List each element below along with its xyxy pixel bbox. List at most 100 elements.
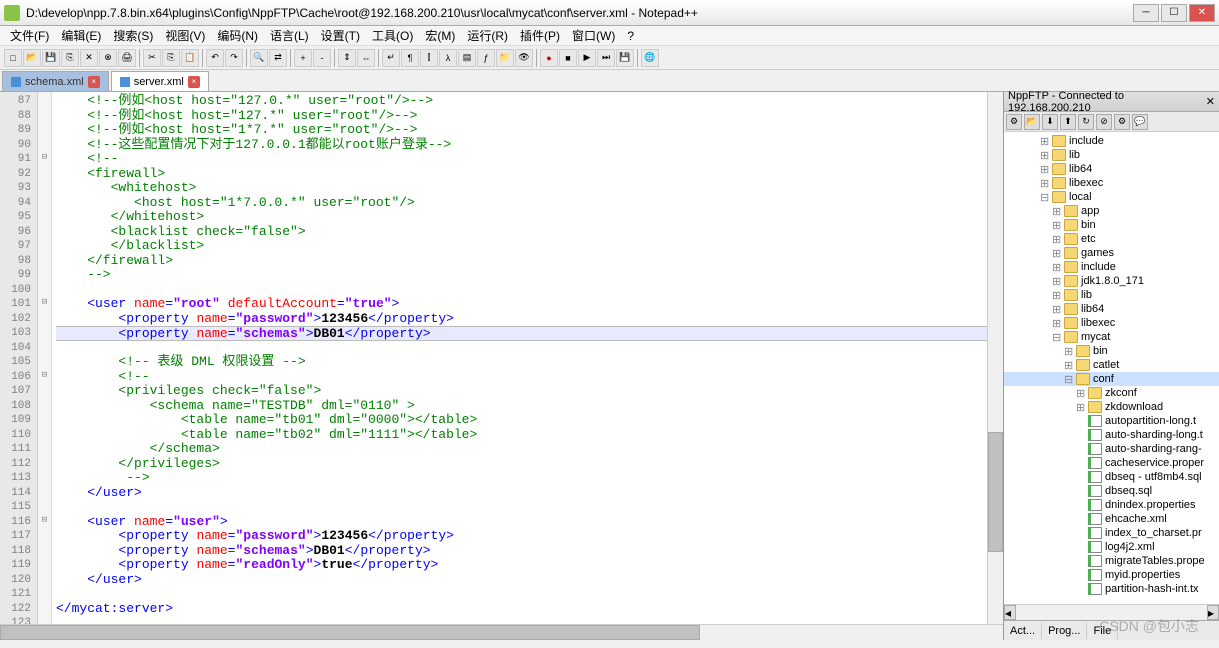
file-tab[interactable]: server.xml× — [111, 71, 209, 91]
menu-item[interactable]: 语言(L) — [264, 25, 315, 46]
tree-folder[interactable]: ⊞ lib64 — [1004, 162, 1219, 176]
menu-item[interactable]: 编辑(E) — [55, 25, 107, 46]
tree-file[interactable]: myid.properties — [1004, 568, 1219, 582]
open-file-button[interactable]: 📂 — [23, 49, 41, 67]
ftp-show-button[interactable]: 🌐 — [641, 49, 659, 67]
find-button[interactable]: 🔍 — [250, 49, 268, 67]
expand-icon[interactable]: ⊟ — [1052, 331, 1064, 344]
expand-icon[interactable]: ⊞ — [1040, 177, 1052, 190]
play-multi-button[interactable]: ⏭ — [597, 49, 615, 67]
expand-icon[interactable]: ⊞ — [1052, 219, 1064, 232]
tree-folder[interactable]: ⊟ mycat — [1004, 330, 1219, 344]
expand-icon[interactable]: ⊞ — [1064, 345, 1076, 358]
expand-icon[interactable]: ⊞ — [1052, 317, 1064, 330]
tree-folder[interactable]: ⊞ zkconf — [1004, 386, 1219, 400]
menu-item[interactable]: 视图(V) — [159, 25, 211, 46]
menu-item[interactable]: 宏(M) — [419, 25, 461, 46]
menu-item[interactable]: 窗口(W) — [566, 25, 621, 46]
horizontal-scrollbar[interactable] — [0, 624, 1003, 640]
redo-button[interactable]: ↷ — [225, 49, 243, 67]
tree-folder[interactable]: ⊞ catlet — [1004, 358, 1219, 372]
ftp-bottom-tab[interactable]: File — [1087, 623, 1118, 639]
menu-item[interactable]: 工具(O) — [366, 25, 419, 46]
tree-folder[interactable]: ⊞ lib — [1004, 288, 1219, 302]
maximize-button[interactable]: ☐ — [1161, 4, 1187, 22]
tree-folder[interactable]: ⊞ libexec — [1004, 176, 1219, 190]
ftp-abort-button[interactable]: ⊘ — [1096, 114, 1112, 130]
expand-icon[interactable]: ⊞ — [1052, 275, 1064, 288]
tree-file[interactable]: log4j2.xml — [1004, 540, 1219, 554]
tree-folder[interactable]: ⊟ conf — [1004, 372, 1219, 386]
tree-file[interactable]: ehcache.xml — [1004, 512, 1219, 526]
print-button[interactable]: 🖨 — [118, 49, 136, 67]
tree-folder[interactable]: ⊞ app — [1004, 204, 1219, 218]
close-file-button[interactable]: ✕ — [80, 49, 98, 67]
tree-folder[interactable]: ⊞ libexec — [1004, 316, 1219, 330]
ftp-open-button[interactable]: 📂 — [1024, 114, 1040, 130]
ftp-messages-button[interactable]: 💬 — [1132, 114, 1148, 130]
zoom-in-button[interactable]: + — [294, 49, 312, 67]
minimize-button[interactable]: ─ — [1133, 4, 1159, 22]
expand-icon[interactable]: ⊞ — [1052, 303, 1064, 316]
ftp-connect-button[interactable]: ⚙ — [1006, 114, 1022, 130]
tree-folder[interactable]: ⊞ zkdownload — [1004, 400, 1219, 414]
tree-folder[interactable]: ⊞ lib64 — [1004, 302, 1219, 316]
tree-folder[interactable]: ⊞ jdk1.8.0_171 — [1004, 274, 1219, 288]
ftp-refresh-button[interactable]: ↻ — [1078, 114, 1094, 130]
tree-file[interactable]: migrateTables.prope — [1004, 554, 1219, 568]
stop-macro-button[interactable]: ■ — [559, 49, 577, 67]
ftp-close-icon[interactable]: ✕ — [1206, 95, 1215, 108]
tree-file[interactable]: index_to_charset.pr — [1004, 526, 1219, 540]
wordwrap-button[interactable]: ↵ — [382, 49, 400, 67]
tree-folder[interactable]: ⊞ include — [1004, 260, 1219, 274]
tree-file[interactable]: auto-sharding-long.t — [1004, 428, 1219, 442]
sync-h-button[interactable]: ⇔ — [357, 49, 375, 67]
tree-file[interactable]: auto-sharding-rang- — [1004, 442, 1219, 456]
copy-button[interactable]: ⎘ — [162, 49, 180, 67]
menu-item[interactable]: 运行(R) — [461, 25, 514, 46]
menu-item[interactable]: 设置(T) — [315, 25, 366, 46]
ftp-bottom-tab[interactable]: Act... — [1004, 623, 1042, 639]
tab-close-icon[interactable]: × — [188, 76, 200, 88]
expand-icon[interactable]: ⊞ — [1076, 401, 1088, 414]
file-tab[interactable]: schema.xml× — [2, 71, 109, 91]
save-macro-button[interactable]: 💾 — [616, 49, 634, 67]
expand-icon[interactable]: ⊞ — [1040, 149, 1052, 162]
tree-file[interactable]: dbseq.sql — [1004, 484, 1219, 498]
ftp-bottom-tab[interactable]: Prog... — [1042, 623, 1087, 639]
tab-close-icon[interactable]: × — [88, 76, 100, 88]
ftp-settings-button[interactable]: ⚙ — [1114, 114, 1130, 130]
code-content[interactable]: <!--例如<host host="127.0.*" user="root"/>… — [52, 92, 987, 624]
expand-icon[interactable]: ⊞ — [1052, 233, 1064, 246]
cut-button[interactable]: ✂ — [143, 49, 161, 67]
ftp-download-button[interactable]: ⬇ — [1042, 114, 1058, 130]
tree-folder[interactable]: ⊞ games — [1004, 246, 1219, 260]
fold-column[interactable]: ⊟⊟⊟⊟ — [38, 92, 52, 624]
menu-item[interactable]: ? — [621, 27, 640, 45]
tree-folder[interactable]: ⊞ bin — [1004, 218, 1219, 232]
ftp-horizontal-scrollbar[interactable]: ◂ ▸ — [1004, 604, 1219, 620]
folder-workspace-button[interactable]: 📁 — [496, 49, 514, 67]
save-all-button[interactable]: ⎘ — [61, 49, 79, 67]
record-macro-button[interactable]: ● — [540, 49, 558, 67]
zoom-out-button[interactable]: - — [313, 49, 331, 67]
replace-button[interactable]: ⇄ — [269, 49, 287, 67]
tree-folder[interactable]: ⊞ lib — [1004, 148, 1219, 162]
menu-item[interactable]: 插件(P) — [514, 25, 566, 46]
undo-button[interactable]: ↶ — [206, 49, 224, 67]
expand-icon[interactable]: ⊞ — [1052, 247, 1064, 260]
ftp-upload-button[interactable]: ⬆ — [1060, 114, 1076, 130]
tree-file[interactable]: dnindex.properties — [1004, 498, 1219, 512]
code-editor[interactable]: 8788899091929394959697989910010110210310… — [0, 92, 1003, 624]
expand-icon[interactable]: ⊟ — [1040, 191, 1052, 204]
menu-item[interactable]: 文件(F) — [4, 25, 55, 46]
play-macro-button[interactable]: ▶ — [578, 49, 596, 67]
tree-folder[interactable]: ⊟ local — [1004, 190, 1219, 204]
ftp-file-tree[interactable]: ⊞ include⊞ lib⊞ lib64⊞ libexec⊟ local⊞ a… — [1004, 132, 1219, 604]
indent-guide-button[interactable]: ⫿ — [420, 49, 438, 67]
expand-icon[interactable]: ⊟ — [1064, 373, 1076, 386]
expand-icon[interactable]: ⊞ — [1052, 289, 1064, 302]
tree-folder[interactable]: ⊞ bin — [1004, 344, 1219, 358]
close-all-button[interactable]: ⊗ — [99, 49, 117, 67]
tree-folder[interactable]: ⊞ include — [1004, 134, 1219, 148]
